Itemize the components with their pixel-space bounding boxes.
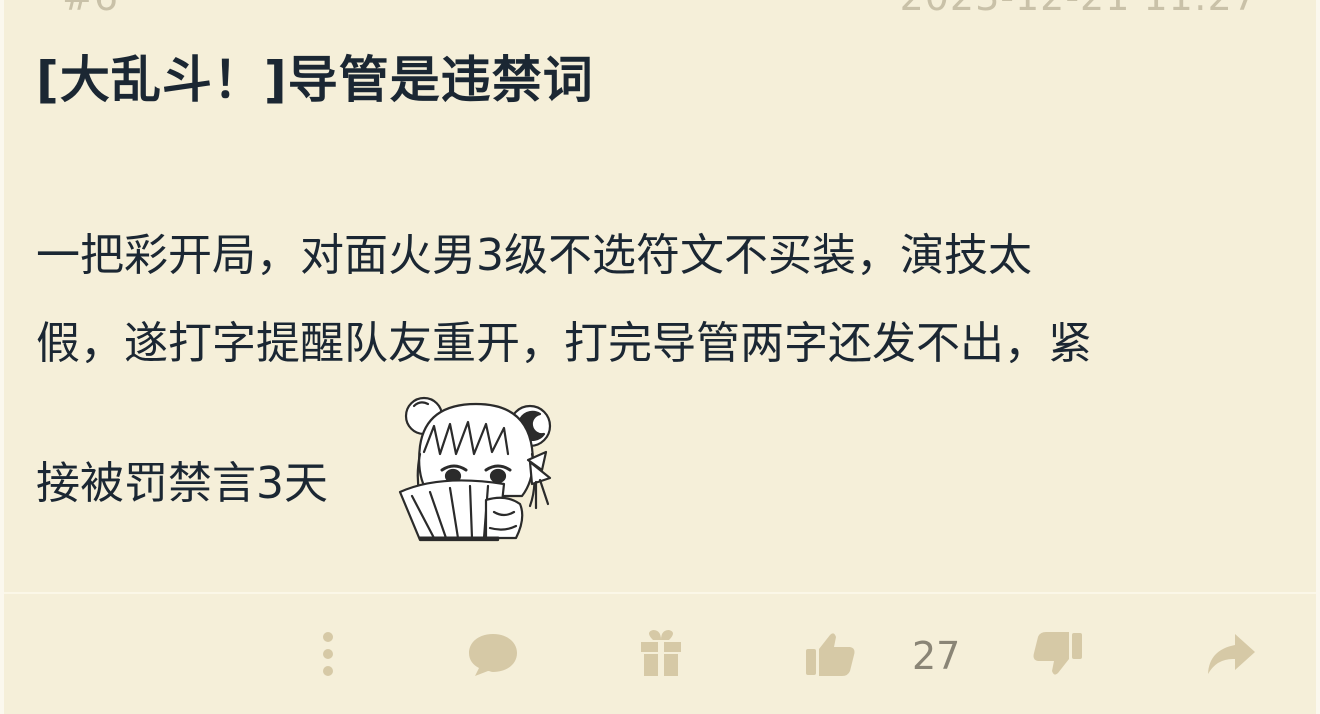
comment-button[interactable] [464, 628, 522, 680]
comment-icon [469, 634, 517, 676]
like-count: 27 [912, 634, 961, 678]
body-line: 假，遂打字提醒队友重开，打完导管两字还发不出，紧 [36, 318, 1092, 369]
thumbs-down-icon [1033, 632, 1082, 675]
share-icon [1208, 634, 1255, 674]
dislike-button[interactable] [1030, 628, 1086, 680]
more-button[interactable] [306, 628, 350, 680]
action-bar: 27 [0, 594, 1320, 714]
like-button[interactable] [802, 628, 858, 680]
body-line: 一把彩开局，对面火男3级不选符文不买装，演技太 [36, 230, 1032, 281]
post-title: [大乱斗！]导管是违禁词 [36, 51, 594, 109]
gift-button[interactable] [636, 628, 686, 680]
post-card: #6 2023-12-21 11:27 [大乱斗！]导管是违禁词 一把彩开局，对… [0, 0, 1320, 714]
gift-icon [641, 630, 681, 676]
post-body: 一把彩开局，对面火男3级不选符文不买装，演技太 假，遂打字提醒队友重开，打完导管… [36, 212, 1296, 548]
body-line-with-sticker: 接被罚禁言3天 [36, 388, 1296, 548]
more-vertical-icon [323, 632, 333, 676]
body-line: 接被罚禁言3天 [36, 458, 328, 509]
thumbs-up-icon [806, 633, 855, 676]
share-button[interactable] [1202, 628, 1260, 680]
post-timestamp: 2023-12-21 11:27 [900, 0, 1258, 16]
floor-number: #6 [62, 0, 118, 16]
anime-girl-hiding-behind-fan-sticker [398, 396, 552, 542]
post-meta: #6 2023-12-21 11:27 [0, 0, 1320, 16]
